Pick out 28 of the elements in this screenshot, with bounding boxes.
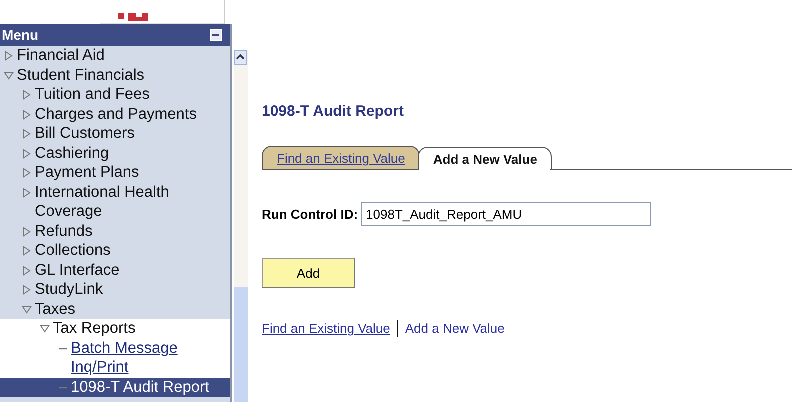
menu-item[interactable]: GL Interface (0, 260, 230, 280)
menu-item[interactable]: Financial Aid (0, 46, 230, 66)
add-button[interactable]: Add (262, 258, 355, 288)
menu-item[interactable]: Tuition and Fees (0, 85, 230, 104)
menu-item[interactable]: Batch Message Inq/Print (0, 338, 230, 378)
link[interactable]: Add a New Value (405, 321, 505, 336)
menu-item[interactable]: Student Financials (0, 66, 230, 85)
selected-menu-item[interactable]: 1098-T Audit Report (0, 378, 230, 397)
scroll-up-icon[interactable] (234, 50, 247, 65)
menu-item[interactable]: International Health Coverage (0, 182, 230, 222)
menu-item[interactable]: Collections (0, 241, 230, 260)
tab[interactable]: Find an Existing Value (262, 146, 420, 170)
menu-item[interactable]: Refunds (0, 222, 230, 241)
menu-item[interactable]: StudyLink (0, 280, 230, 300)
collapse-icon[interactable] (210, 29, 222, 41)
link[interactable]: Find an Existing Value (262, 321, 390, 336)
menu-item[interactable]: Charges and Payments (0, 104, 230, 124)
menu-item[interactable]: Taxes (0, 300, 230, 319)
menu-title: Menu (2, 27, 39, 43)
menu-item[interactable]: Bill Customers (0, 124, 230, 144)
menu-item[interactable]: Cashiering (0, 144, 230, 163)
page-title: 1098-T Audit Report (262, 103, 405, 120)
run-control-field[interactable]: 1098T_Audit_Report_AMU (361, 202, 652, 226)
tab[interactable]: Add a New Value (418, 147, 552, 170)
field-label: Run Control ID: (262, 206, 358, 222)
menu-item[interactable]: Payment Plans (0, 163, 230, 182)
scrollbar[interactable] (234, 50, 248, 402)
menu-item[interactable]: Tax Reports (0, 319, 230, 338)
